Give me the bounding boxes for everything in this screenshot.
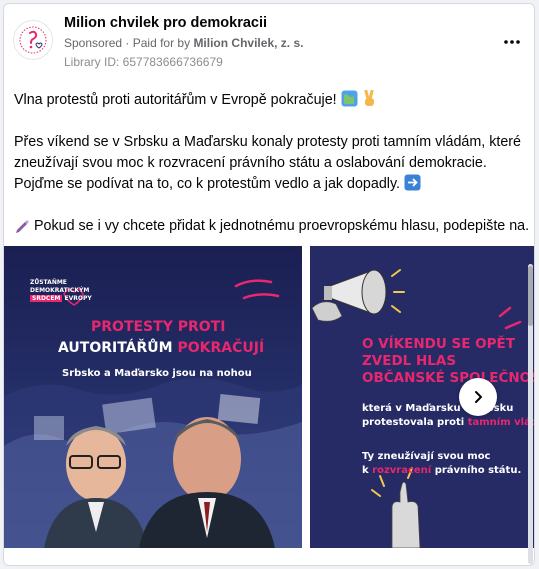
more-options-button[interactable]	[504, 32, 520, 44]
slide2-text-2-white: protestovala proti	[362, 417, 465, 428]
slide2-text-1: která v Maďarsku a Srbsku	[362, 403, 514, 414]
slide2-headline-1: O VÍKENDU SE OPĚT	[362, 336, 515, 352]
milion-chvilek-logo-icon	[19, 26, 47, 54]
slide2-text-4-rest: právního státu.	[434, 465, 522, 476]
carousel-next-button[interactable]	[459, 378, 497, 416]
paid-for-name-link[interactable]: Milion Chvilek, z. s.	[193, 36, 303, 50]
slide1-headline-2-white: AUTORITÁŘŮM	[58, 340, 173, 356]
slide1-headline-2-pink: POKRAČUJÍ	[177, 340, 265, 356]
slide1-subhead: Srbsko a Maďarsko jsou na nohou	[62, 368, 252, 379]
right-arrow-emoji-icon	[404, 174, 421, 191]
pen-emoji-icon	[16, 220, 29, 233]
sponsored-line: Sponsored · Paid for by Milion Chvilek, …	[64, 36, 304, 50]
carousel-scroll-thumb[interactable]	[528, 266, 533, 326]
slide2-headline-2: ZVEDL HLAS	[362, 353, 457, 369]
slide2-headline: O VÍKENDU SE OPĚT ZVEDL HLAS OBČANSKÉ SP…	[362, 336, 535, 387]
slide2-text-block-2: Ty zneužívají svou moc k rozvracení práv…	[362, 450, 521, 478]
post-paragraph-2: Přes víkend se v Srbsku a Maďarsku konal…	[14, 134, 521, 192]
globe-europe-emoji-icon	[341, 90, 358, 107]
slide2-text-2-pink: tamním vládám	[467, 417, 534, 428]
carousel-slide-2[interactable]: O VÍKENDU SE OPĚT ZVEDL HLAS OBČANSKÉ SP…	[310, 246, 535, 548]
slide1-logo-line2: DEMOKRATICKÝM	[30, 287, 90, 294]
ad-card: Milion chvilek pro demokracii Sponsored …	[3, 3, 535, 566]
page-name-link[interactable]: Milion chvilek pro demokracii	[64, 15, 267, 31]
chevron-right-icon	[475, 391, 482, 403]
more-horizontal-icon	[504, 40, 520, 44]
post-text: Vlna protestů proti autoritářům v Evropě…	[14, 90, 529, 237]
slide2-text-3: Ty zneužívají svou moc	[362, 451, 491, 462]
paid-for-prefix: Paid for by	[132, 36, 191, 50]
page-avatar[interactable]	[13, 20, 53, 60]
slide1-logo: ZŮSTAŇME DEMOKRATICKÝM SRDCEM EVROPY	[30, 279, 92, 303]
slide2-text-block: která v Maďarsku a Srbsku protestovala p…	[362, 402, 534, 430]
library-id: Library ID: 657783666736679	[64, 55, 223, 69]
slide1-logo-line3: EVROPY	[64, 295, 92, 302]
slide2-text-4-white: k	[362, 465, 369, 476]
slide2-text-4-pink: rozvracení	[372, 465, 432, 476]
sponsored-label: Sponsored	[64, 36, 123, 50]
slide1-headline-1: PROTESTY PROTI	[91, 319, 226, 335]
slide1-logo-highlight: SRDCEM	[30, 295, 63, 302]
carousel-slide-1[interactable]: ZŮSTAŇME DEMOKRATICKÝM SRDCEM EVROPY PRO…	[4, 246, 302, 548]
slide2-headline-3: OBČANSKÉ SPOLEČNOS	[362, 370, 535, 386]
slide1-headline-2: AUTORITÁŘŮM POKRAČUJÍ	[58, 340, 264, 356]
post-header: Milion chvilek pro demokracii Sponsored …	[4, 4, 534, 76]
megaphone-hands-image	[310, 246, 534, 548]
victory-hand-emoji-icon	[364, 90, 374, 106]
slide1-logo-line1: ZŮSTAŇME	[30, 279, 67, 286]
post-paragraph-3: Pokud se i vy chcete přidat k jednotnému…	[33, 218, 529, 234]
image-carousel[interactable]: ZŮSTAŇME DEMOKRATICKÝM SRDCEM EVROPY PRO…	[4, 246, 535, 550]
post-line-1: Vlna protestů proti autoritářům v Evropě…	[14, 92, 337, 108]
